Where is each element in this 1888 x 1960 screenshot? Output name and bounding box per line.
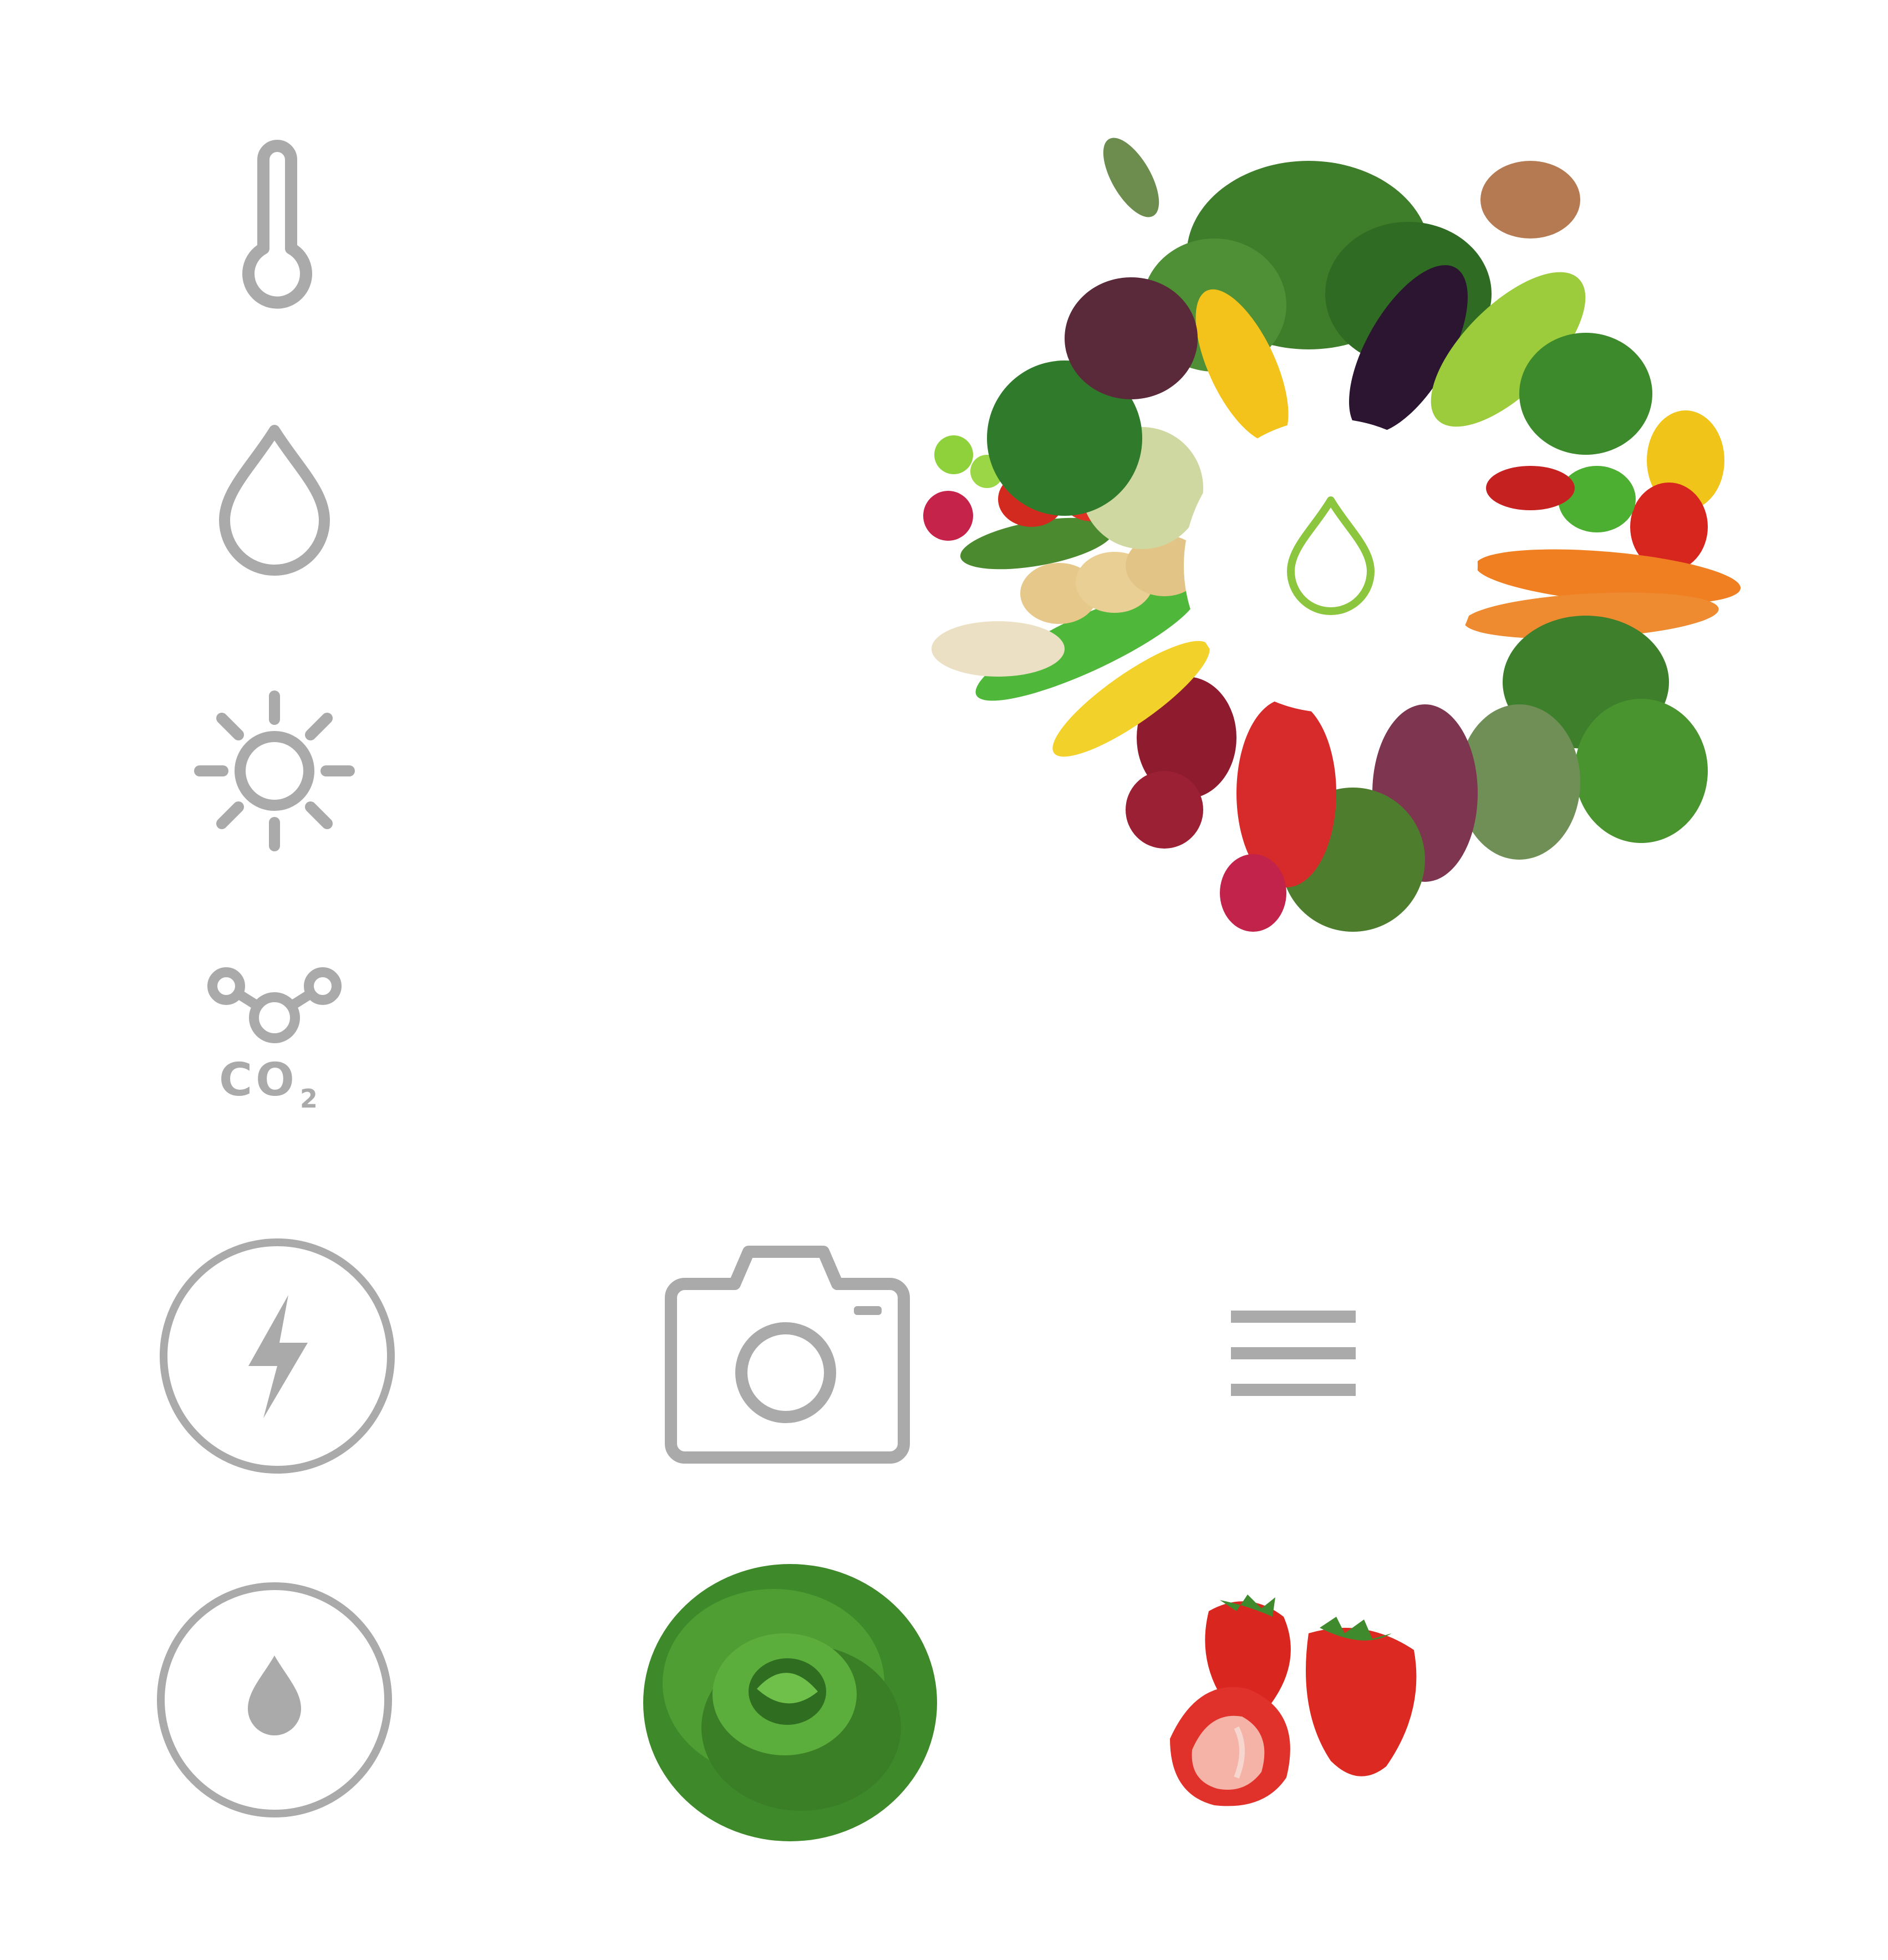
strawberries-image[interactable] [1153, 1567, 1431, 1827]
thermometer-icon [242, 140, 312, 309]
water-drop-button-icon[interactable] [152, 1578, 396, 1822]
co2-molecule-icon [207, 967, 342, 1043]
hamburger-menu-icon[interactable] [1228, 1306, 1361, 1400]
sun-icon [194, 690, 355, 851]
water-drop-icon [219, 425, 330, 576]
lettuce-image[interactable] [635, 1550, 945, 1850]
co2-label: CO2 [219, 1054, 321, 1114]
lightning-button-icon[interactable] [155, 1234, 399, 1478]
hero-water-drop-icon[interactable] [1281, 494, 1381, 618]
camera-icon[interactable] [663, 1240, 912, 1467]
